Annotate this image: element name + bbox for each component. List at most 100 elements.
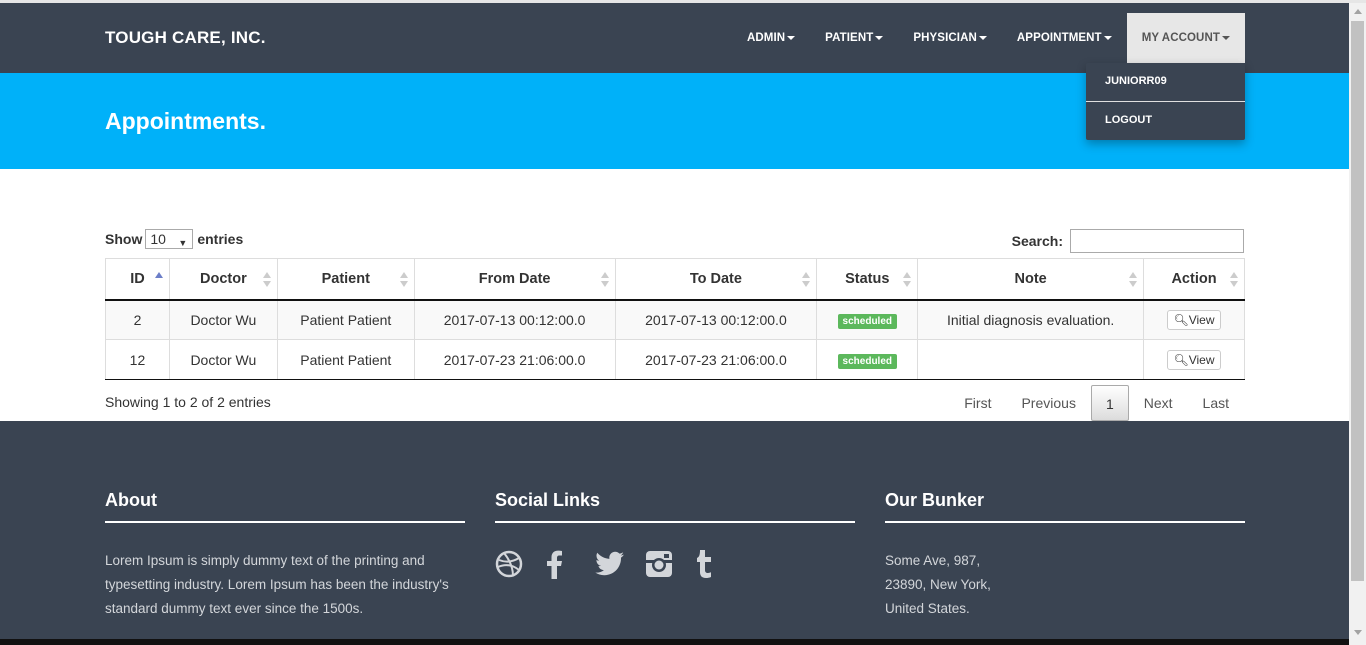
table-header-row: ID Doctor Patient From Date To Date Stat…: [105, 258, 1245, 301]
cell-patient: Patient Patient: [276, 299, 415, 340]
nav-patient-label: PATIENT: [825, 32, 874, 44]
pagination-previous[interactable]: Previous: [1006, 385, 1090, 421]
address-line: 23890, New York,: [885, 577, 991, 592]
cell-patient: Patient Patient: [276, 339, 415, 380]
cell-from-date: 2017-07-13 00:12:00.0: [413, 299, 616, 340]
column-header-id[interactable]: ID: [105, 258, 170, 301]
main-nav: ADMIN PATIENT PHYSICIAN APPOINTMENT MY A…: [732, 13, 1245, 63]
bottom-bar: [0, 639, 1349, 645]
brand-logo[interactable]: TOUGH CARE, INC.: [105, 28, 266, 48]
column-header-patient[interactable]: Patient: [276, 258, 415, 301]
nav-admin-label: ADMIN: [746, 32, 786, 44]
pagination-last[interactable]: Last: [1188, 385, 1244, 421]
column-header-action[interactable]: Action: [1143, 258, 1245, 301]
cell-status: scheduled: [816, 339, 919, 380]
twitter-icon[interactable]: [595, 548, 645, 580]
nav-appointment-label: APPOINTMENT: [1016, 32, 1102, 44]
nav-physician[interactable]: PHYSICIAN: [898, 13, 1002, 63]
nav-admin[interactable]: ADMIN: [732, 13, 810, 63]
cell-action: 🔍︎View: [1143, 299, 1245, 340]
dropdown-item-username[interactable]: JUNIORR09: [1086, 63, 1245, 101]
sort-icon: [903, 272, 912, 288]
sort-icon: [1230, 272, 1238, 288]
search-control: Search:: [1012, 229, 1244, 253]
view-button-label: View: [1188, 312, 1215, 327]
pagination-first[interactable]: First: [949, 385, 1006, 421]
dropdown-item-logout[interactable]: LOGOUT: [1086, 102, 1245, 140]
caret-down-icon: [1103, 36, 1112, 40]
caret-down-icon: [978, 36, 987, 40]
column-header-label: Note: [1014, 270, 1047, 287]
show-entries-control: Show 10 ▼ entries: [105, 229, 243, 249]
column-header-doctor[interactable]: Doctor: [168, 258, 278, 301]
sort-icon: [600, 272, 609, 288]
entries-label: entries: [197, 231, 244, 247]
column-header-status[interactable]: Status: [816, 258, 919, 301]
pagination-next[interactable]: Next: [1129, 385, 1188, 421]
instagram-icon[interactable]: [645, 548, 695, 580]
view-button[interactable]: 🔍︎View: [1167, 349, 1221, 370]
social-icons: [495, 548, 855, 580]
footer-bunker-title: Our Bunker: [885, 490, 1245, 523]
cell-from-date: 2017-07-23 21:06:00.0: [413, 339, 616, 380]
address-line: United States.: [885, 601, 970, 616]
footer-about: About Lorem Ipsum is simply dummy text o…: [105, 490, 465, 621]
cell-id: 12: [105, 339, 170, 380]
search-icon: 🔍︎: [1173, 312, 1189, 327]
cell-to-date: 2017-07-13 00:12:00.0: [614, 299, 818, 340]
page-title: Appointments.: [105, 108, 266, 134]
entries-select[interactable]: 10 ▼: [145, 229, 194, 249]
column-header-label: Action: [1171, 270, 1217, 287]
scrollbar-thumb[interactable]: [1351, 21, 1364, 581]
column-header-label: ID: [130, 270, 145, 287]
tumblr-icon[interactable]: [695, 548, 745, 580]
cell-to-date: 2017-07-23 21:06:00.0: [614, 339, 818, 380]
nav-physician-label: PHYSICIAN: [913, 32, 977, 44]
nav-patient[interactable]: PATIENT: [810, 13, 898, 63]
appointments-table: ID Doctor Patient From Date To Date Stat…: [105, 258, 1245, 380]
table-row: 12 Doctor Wu Patient Patient 2017-07-23 …: [105, 339, 1245, 380]
footer-address: Some Ave, 987, 23890, New York, United S…: [885, 549, 1245, 621]
cell-action: 🔍︎View: [1143, 339, 1245, 380]
column-header-from-date[interactable]: From Date: [413, 258, 616, 301]
select-arrow-icon: ▼: [178, 238, 188, 248]
search-input[interactable]: [1070, 229, 1244, 253]
footer-social-title: Social Links: [495, 490, 855, 523]
footer-about-title: About: [105, 490, 465, 523]
search-icon: 🔍︎: [1173, 352, 1189, 367]
pagination-page-current[interactable]: 1: [1090, 385, 1129, 421]
caret-down-icon: [1222, 36, 1230, 40]
view-button[interactable]: 🔍︎View: [1167, 309, 1221, 330]
vertical-scrollbar[interactable]: [1349, 3, 1366, 645]
column-header-label: From Date: [478, 270, 551, 287]
view-button-label: View: [1188, 352, 1215, 367]
nav-my-account[interactable]: MY ACCOUNT: [1126, 13, 1245, 63]
caret-down-icon: [787, 36, 796, 40]
sort-icon: [399, 272, 408, 288]
cell-status: scheduled: [816, 299, 919, 340]
facebook-icon[interactable]: [545, 548, 595, 580]
column-header-label: Patient: [321, 270, 370, 287]
dribbble-icon[interactable]: [495, 548, 545, 580]
cell-note: [917, 339, 1145, 380]
scroll-down-arrow-icon[interactable]: [1354, 630, 1362, 635]
scroll-up-arrow-icon[interactable]: [1354, 9, 1362, 14]
sort-icon: [262, 272, 271, 288]
column-header-label: Doctor: [200, 270, 247, 287]
column-header-to-date[interactable]: To Date: [614, 258, 818, 301]
status-badge: scheduled: [837, 353, 898, 369]
sort-asc-icon: [154, 272, 163, 288]
column-header-label: Status: [845, 270, 890, 287]
cell-id: 2: [105, 299, 170, 340]
sort-icon: [802, 272, 811, 288]
footer-social: Social Links: [495, 490, 855, 580]
search-label: Search:: [1011, 233, 1063, 249]
nav-appointment[interactable]: APPOINTMENT: [1002, 13, 1127, 63]
footer-bunker: Our Bunker Some Ave, 987, 23890, New Yor…: [885, 490, 1245, 621]
nav-my-account-label: MY ACCOUNT: [1141, 32, 1220, 44]
cell-doctor: Doctor Wu: [168, 299, 278, 340]
cell-note: Initial diagnosis evaluation.: [917, 299, 1145, 340]
footer-about-text: Lorem Ipsum is simply dummy text of the …: [105, 553, 449, 616]
column-header-note[interactable]: Note: [917, 258, 1145, 301]
cell-doctor: Doctor Wu: [168, 339, 278, 380]
